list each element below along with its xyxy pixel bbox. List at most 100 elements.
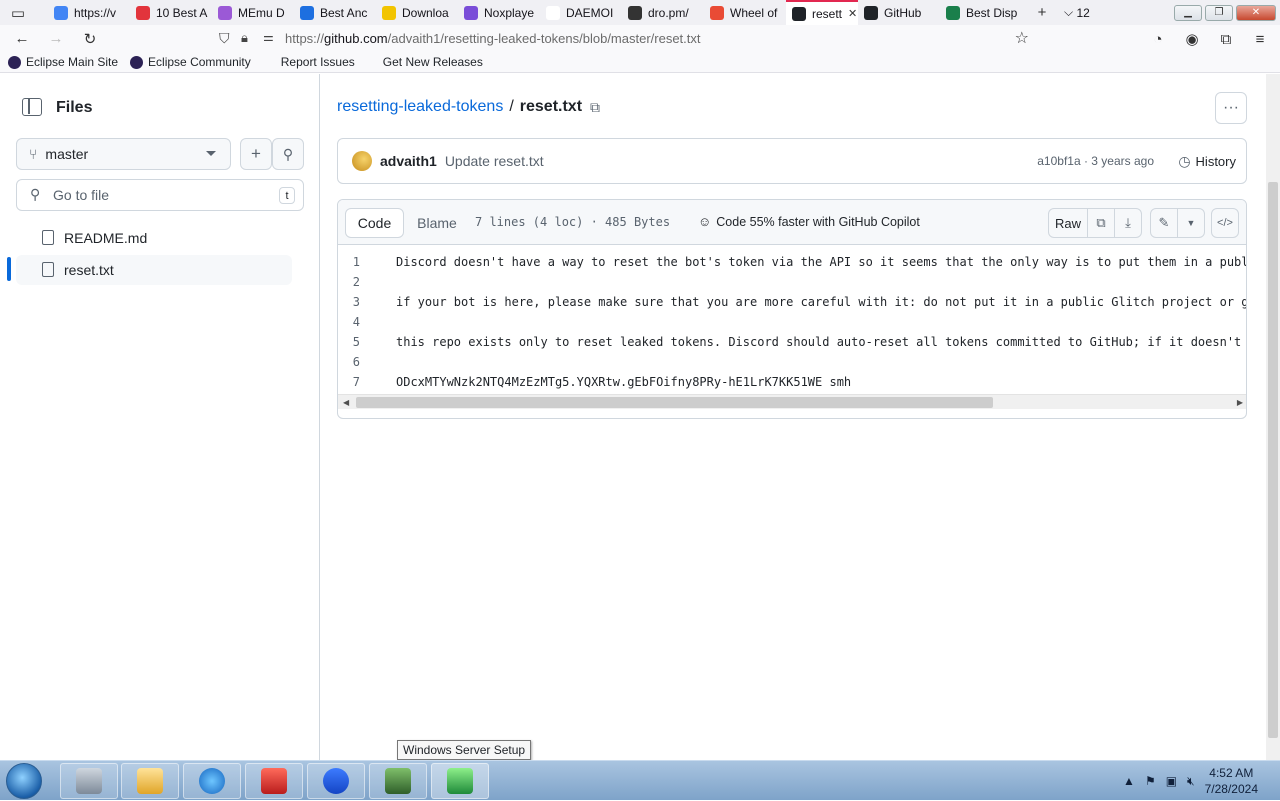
url-bar[interactable]: ⛉ 🔒︎ ⚌ https://github.com/advaith1/reset… bbox=[215, 27, 1035, 50]
file-tree-item-readme[interactable]: README.md bbox=[16, 223, 292, 253]
browser-tab[interactable]: Wheel of bbox=[704, 0, 786, 25]
browser-tab[interactable]: Best Disp bbox=[940, 0, 1022, 25]
copy-raw-button[interactable]: ⧉ bbox=[1087, 208, 1115, 238]
branch-selector[interactable]: ⑂ master bbox=[16, 138, 231, 170]
close-tab-icon[interactable]: ✕ bbox=[848, 7, 857, 20]
line-number[interactable]: 7 bbox=[338, 375, 360, 389]
browser-tab[interactable]: resett ✕ bbox=[786, 0, 858, 25]
browser-tab[interactable]: Best Anc bbox=[294, 0, 376, 25]
browser-tab[interactable]: dro.pm/ bbox=[622, 0, 704, 25]
copilot-icon: ☺ bbox=[698, 214, 712, 229]
line-number[interactable]: 2 bbox=[338, 275, 360, 289]
bookmark-eclipse-main-site[interactable]: Eclipse Main Site bbox=[8, 55, 118, 69]
breadcrumb-separator: / bbox=[509, 98, 514, 115]
more-options-button[interactable]: ··· bbox=[1215, 92, 1247, 124]
menu-icon[interactable]: ≡ bbox=[1250, 29, 1270, 49]
taskbar-app-red[interactable] bbox=[245, 763, 303, 799]
scroll-thumb[interactable] bbox=[1268, 182, 1278, 738]
avatar[interactable] bbox=[352, 151, 372, 171]
line-number[interactable]: 5 bbox=[338, 335, 360, 349]
minimize-window-button[interactable]: ▁ bbox=[1174, 4, 1202, 21]
raw-button[interactable]: Raw bbox=[1048, 208, 1088, 238]
scroll-right-arrow-icon[interactable]: ▶ bbox=[1237, 398, 1243, 407]
code-line: 3 if your bot is here, please make sure t… bbox=[338, 292, 1246, 312]
extensions-puzzle-icon[interactable]: ⧉ bbox=[1216, 29, 1236, 49]
tab-blame[interactable]: Blame bbox=[408, 208, 466, 238]
browser-tab[interactable]: Noxplaye bbox=[458, 0, 540, 25]
clock[interactable]: 4:52 AM 7/28/2024 bbox=[1205, 765, 1258, 797]
edit-file-button[interactable]: ✎ bbox=[1150, 208, 1178, 238]
lock-icon[interactable]: 🔒︎ bbox=[241, 30, 248, 46]
shield-icon[interactable]: ⛉ bbox=[219, 30, 230, 47]
commit-message[interactable]: Update reset.txt bbox=[445, 153, 544, 169]
restore-window-button[interactable]: ❐ bbox=[1205, 4, 1233, 21]
bookmark-get-new-releases[interactable]: Get New Releases bbox=[383, 55, 483, 69]
taskbar-internet-explorer[interactable] bbox=[183, 763, 241, 799]
start-button[interactable] bbox=[6, 763, 42, 799]
code-header: Code Blame 7 lines (4 loc) · 485 Bytes ☺… bbox=[338, 200, 1246, 245]
history-button[interactable]: ◷ History bbox=[1178, 153, 1236, 170]
extension-timer-icon[interactable]: ◔ bbox=[1148, 29, 1168, 49]
tab-list-button[interactable]: ⌵ 12 bbox=[1058, 0, 1096, 25]
copy-path-icon[interactable]: ⧉ bbox=[590, 99, 600, 116]
show-hidden-icons-icon[interactable]: ▲ bbox=[1123, 774, 1135, 788]
browser-tab[interactable]: GitHub bbox=[858, 0, 940, 25]
flag-icon[interactable]: ⚑ bbox=[1145, 774, 1156, 788]
scroll-thumb[interactable] bbox=[356, 397, 993, 408]
collapse-sidebar-icon[interactable] bbox=[22, 98, 42, 116]
line-number[interactable]: 1 bbox=[338, 255, 360, 269]
close-window-button[interactable]: ✕ bbox=[1236, 4, 1276, 21]
reload-icon[interactable]: ↻ bbox=[80, 29, 100, 49]
taskbar-malwarebytes[interactable] bbox=[307, 763, 365, 799]
taskbar-windows-server-setup[interactable] bbox=[431, 763, 489, 799]
tab-label: DAEMOI bbox=[566, 5, 614, 20]
taskbar-server-manager[interactable] bbox=[60, 763, 118, 799]
bookmark-star-icon[interactable]: ☆ bbox=[1015, 28, 1029, 48]
line-number[interactable]: 4 bbox=[338, 315, 360, 329]
symbols-panel-button[interactable]: </> bbox=[1211, 208, 1239, 238]
network-icon[interactable]: ▣ bbox=[1166, 774, 1177, 788]
bookmark-report-issues[interactable]: Report Issues bbox=[281, 55, 355, 69]
account-icon[interactable]: ◉ bbox=[1182, 29, 1202, 49]
copilot-promo[interactable]: ☺ Code 55% faster with GitHub Copilot bbox=[698, 214, 920, 229]
forward-arrow-icon[interactable]: → bbox=[46, 29, 66, 49]
bookmark-eclipse-community[interactable]: Eclipse Community bbox=[130, 55, 251, 69]
volume-muted-icon[interactable]: 🔇︎ bbox=[1187, 774, 1195, 789]
chevron-down-icon: ▼ bbox=[1186, 218, 1196, 228]
taskbar-app-terminal[interactable] bbox=[369, 763, 427, 799]
eclipse-icon bbox=[130, 55, 144, 69]
browser-tab[interactable]: Downloa bbox=[376, 0, 458, 25]
browser-tab[interactable]: 10 Best A bbox=[130, 0, 212, 25]
new-tab-icon[interactable]: + bbox=[1032, 3, 1052, 23]
tab-favicon-icon bbox=[382, 5, 396, 20]
browser-tab[interactable]: https://v bbox=[48, 0, 130, 25]
tab-favicon-icon bbox=[546, 5, 560, 20]
line-text: ODcxMTYwNzk2NTQ4MzEzMTg5.YQXRtw.gEbFOifn… bbox=[396, 375, 852, 389]
back-arrow-icon[interactable]: ← bbox=[12, 29, 32, 49]
pencil-icon: ✎ bbox=[1158, 215, 1170, 230]
search-files-button[interactable]: ⚲ bbox=[272, 138, 304, 170]
horizontal-scrollbar[interactable]: ◀ ▶ bbox=[338, 394, 1246, 409]
commit-author[interactable]: advaith1 bbox=[380, 153, 437, 169]
file-view: resetting-leaked-tokens / reset.txt ⧉ ··… bbox=[337, 74, 1247, 760]
line-number[interactable]: 3 bbox=[338, 295, 360, 309]
download-icon: ⤓ bbox=[1125, 215, 1131, 230]
commit-meta[interactable]: a10bf1a · 3 years ago bbox=[1037, 154, 1154, 168]
add-file-button[interactable]: + bbox=[240, 138, 272, 170]
tab-code[interactable]: Code bbox=[345, 208, 404, 238]
file-tree-item-reset-txt[interactable]: reset.txt bbox=[16, 255, 292, 285]
download-raw-button[interactable]: ⤓ bbox=[1114, 208, 1142, 238]
permissions-icon[interactable]: ⚌ bbox=[263, 30, 274, 44]
taskbar-explorer[interactable] bbox=[121, 763, 179, 799]
edit-options-button[interactable]: ▼ bbox=[1177, 208, 1205, 238]
line-number[interactable]: 6 bbox=[338, 355, 360, 369]
go-to-file-placeholder: Go to file bbox=[53, 187, 110, 203]
scroll-left-arrow-icon[interactable]: ◀ bbox=[343, 398, 349, 407]
tab-overview-icon[interactable]: ▭ bbox=[8, 3, 28, 23]
browser-tab[interactable]: MEmu D bbox=[212, 0, 294, 25]
browser-tab[interactable]: DAEMOI bbox=[540, 0, 622, 25]
tab-favicon-icon bbox=[628, 5, 642, 20]
go-to-file-input[interactable]: ⚲ Go to file t bbox=[16, 179, 304, 211]
repo-link[interactable]: resetting-leaked-tokens bbox=[337, 98, 503, 116]
page-vertical-scrollbar[interactable] bbox=[1266, 74, 1280, 760]
